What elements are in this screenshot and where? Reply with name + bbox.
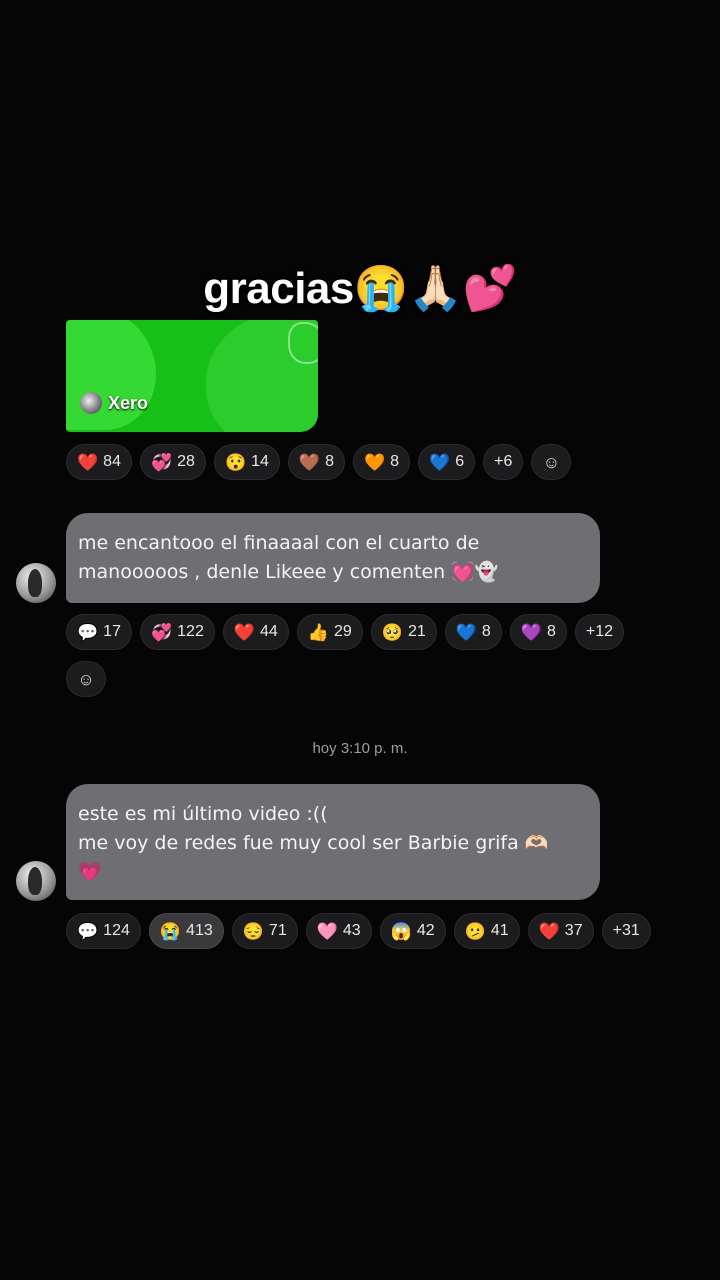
- reaction-emoji: ❤️: [77, 452, 99, 472]
- reply-count-chip[interactable]: 💬 124: [66, 913, 141, 949]
- reaction-emoji: 😱: [390, 921, 412, 941]
- thumbnail-shape: [288, 322, 318, 364]
- reaction-count: 6: [455, 453, 465, 470]
- reaction-chip[interactable]: ❤️ 44: [222, 614, 289, 650]
- message-bubble[interactable]: este es mi último video :(( me voy de re…: [66, 784, 600, 900]
- reaction-emoji: 😔: [242, 921, 264, 941]
- reaction-chip[interactable]: 🥺 21: [370, 614, 437, 650]
- reaction-row: 💬 124 😭 413 😔 71 🩷 43 😱 42 🫤 41 ❤️ 37 +31: [66, 913, 651, 949]
- avatar[interactable]: [16, 861, 56, 901]
- reaction-chip[interactable]: 🤎 8: [287, 444, 345, 480]
- more-reactions-chip[interactable]: +6: [483, 444, 524, 480]
- reaction-count: +31: [612, 922, 640, 939]
- music-disc-icon: [80, 392, 102, 414]
- reaction-count: 8: [547, 623, 556, 640]
- reaction-emoji: 💜: [520, 622, 542, 642]
- reaction-chip[interactable]: 💞 122: [139, 614, 215, 650]
- reaction-count: 84: [103, 453, 121, 470]
- add-reaction-button[interactable]: ☺: [531, 444, 572, 480]
- reaction-chip[interactable]: 🫤 41: [453, 913, 520, 949]
- reaction-chip[interactable]: 😔 71: [231, 913, 298, 949]
- reaction-emoji: 😯: [224, 452, 247, 472]
- message-text: me encantooo el finaaaal con el cuarto d…: [78, 532, 480, 554]
- reaction-emoji: 💙: [429, 452, 451, 472]
- reaction-count: 44: [260, 623, 278, 640]
- comment-icon: 💬: [77, 622, 99, 642]
- reaction-count: 124: [103, 922, 130, 939]
- video-caption-overlay: gracias😭🙏🏻💕: [203, 264, 517, 313]
- reaction-count: 43: [342, 922, 361, 939]
- reaction-count: 37: [564, 922, 583, 939]
- reaction-chip[interactable]: 😯 14: [213, 444, 280, 480]
- reaction-emoji: 🥺: [381, 622, 403, 642]
- reaction-emoji: 💞: [150, 622, 173, 642]
- more-reactions-chip[interactable]: +31: [601, 913, 651, 949]
- reaction-chip[interactable]: ❤️ 84: [66, 444, 132, 480]
- reaction-count: 41: [490, 922, 509, 939]
- reaction-emoji: 🧡: [363, 452, 386, 472]
- message-bubble[interactable]: me encantooo el finaaaal con el cuarto d…: [66, 513, 600, 603]
- reaction-chip[interactable]: 👍 29: [296, 614, 363, 650]
- reaction-count: +6: [494, 453, 513, 470]
- reaction-chip[interactable]: 💙 8: [444, 614, 502, 650]
- reaction-emoji: 🤎: [298, 452, 321, 472]
- reaction-count: 122: [177, 623, 204, 640]
- reaction-count: +12: [585, 623, 614, 640]
- add-reaction-icon: ☺: [542, 452, 561, 472]
- reaction-emoji: 🩷: [316, 921, 338, 941]
- reaction-emoji: 💙: [455, 622, 477, 642]
- reaction-chip[interactable]: 🩷 43: [305, 913, 372, 949]
- date-separator: hoy 3:10 p. m.: [312, 740, 408, 757]
- music-tag-label: Xero: [108, 392, 149, 413]
- comment-icon: 💬: [77, 921, 99, 941]
- reaction-chip[interactable]: ❤️ 37: [527, 913, 594, 949]
- reaction-emoji: ❤️: [233, 622, 256, 642]
- shared-video-thumbnail[interactable]: Xero: [66, 320, 318, 432]
- reaction-count: 71: [268, 922, 287, 939]
- reaction-emoji: ❤️: [538, 921, 560, 941]
- reaction-count: 14: [251, 453, 269, 470]
- reaction-chip[interactable]: 💙 6: [418, 444, 476, 480]
- message-text: este es mi último video :((: [78, 803, 328, 825]
- reaction-emoji: 😭: [159, 921, 182, 941]
- reaction-emoji: 💞: [150, 452, 173, 472]
- reaction-row: 💬 17 💞 122 ❤️ 44 👍 29 🥺 21 💙 8 💜 8 +12: [66, 614, 625, 650]
- reaction-chip[interactable]: 😱 42: [379, 913, 446, 949]
- reply-count-chip[interactable]: 💬 17: [66, 614, 132, 650]
- reaction-count: 8: [390, 453, 400, 470]
- reaction-emoji: 👍: [307, 622, 329, 642]
- reaction-count: 413: [186, 922, 213, 939]
- reaction-chip[interactable]: 🧡 8: [352, 444, 411, 480]
- reaction-chip[interactable]: 💜 8: [509, 614, 567, 650]
- avatar[interactable]: [16, 563, 56, 603]
- message-text: manooooos , denle Likeee y comenten 💓👻: [78, 561, 499, 583]
- reaction-count: 28: [177, 453, 195, 470]
- reaction-row: ❤️ 84 💞 28 😯 14 🤎 8 🧡 8 💙 6 +6 ☺: [66, 444, 572, 480]
- reaction-chip-selected[interactable]: 😭 413: [148, 913, 224, 949]
- message-text: me voy de redes fue muy cool ser Barbie …: [78, 832, 549, 854]
- reaction-emoji: 🫤: [464, 921, 486, 941]
- add-reaction-icon: ☺: [77, 669, 95, 689]
- reaction-count: 8: [325, 453, 334, 470]
- reaction-row: ☺: [66, 661, 106, 697]
- reaction-chip[interactable]: 💞 28: [139, 444, 206, 480]
- reaction-count: 8: [481, 623, 491, 640]
- reaction-count: 29: [333, 623, 352, 640]
- more-reactions-chip[interactable]: +12: [574, 614, 625, 650]
- reaction-count: 17: [103, 623, 121, 640]
- add-reaction-button[interactable]: ☺: [66, 661, 106, 697]
- music-tag[interactable]: Xero: [80, 392, 148, 414]
- message-text: 💗: [78, 861, 102, 883]
- reaction-count: 42: [416, 922, 435, 939]
- reaction-count: 21: [407, 623, 426, 640]
